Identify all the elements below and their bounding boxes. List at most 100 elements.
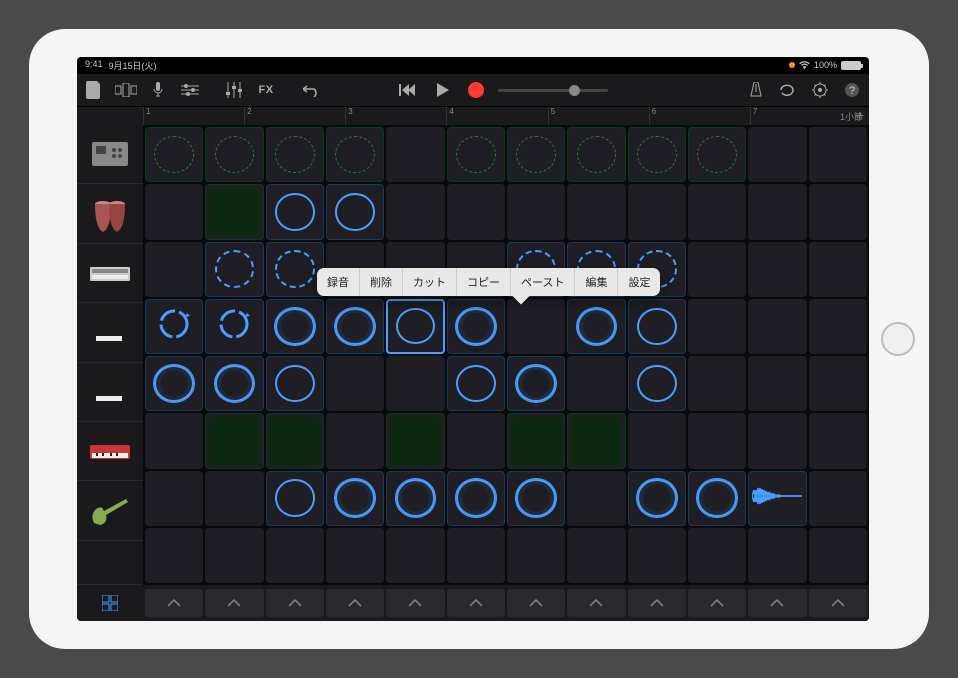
loop-cell[interactable] [507, 127, 565, 182]
loop-cell[interactable] [205, 184, 263, 239]
loop-cell[interactable] [688, 184, 746, 239]
loop-cell[interactable] [628, 184, 686, 239]
loop-cell[interactable] [145, 528, 203, 583]
ctx-paste[interactable]: ペースト [511, 268, 575, 296]
loop-cell[interactable] [628, 127, 686, 182]
column-trigger[interactable] [628, 589, 686, 617]
column-trigger[interactable] [688, 589, 746, 617]
loop-cell[interactable] [266, 528, 324, 583]
loop-cell[interactable] [748, 413, 806, 468]
loop-cell[interactable] [809, 242, 867, 297]
column-trigger[interactable] [507, 589, 565, 617]
loop-cell[interactable] [748, 127, 806, 182]
loop-cell[interactable] [145, 356, 203, 411]
loop-cell[interactable] [628, 413, 686, 468]
loop-cell[interactable] [688, 528, 746, 583]
column-trigger[interactable] [266, 589, 324, 617]
volume-thumb[interactable] [569, 85, 580, 96]
loop-cell[interactable] [205, 356, 263, 411]
loop-cell[interactable] [809, 413, 867, 468]
loop-cell[interactable] [628, 471, 686, 526]
loop-cell[interactable] [266, 242, 324, 297]
loop-cell[interactable] [809, 127, 867, 182]
loop-cell[interactable] [205, 242, 263, 297]
mixer-button[interactable] [223, 79, 245, 101]
loop-cell[interactable] [326, 127, 384, 182]
loop-cell[interactable] [688, 413, 746, 468]
ctx-cut[interactable]: カット [403, 268, 457, 296]
loop-cell[interactable] [809, 299, 867, 354]
track-keyboard[interactable] [77, 422, 143, 481]
loop-cell[interactable] [628, 299, 686, 354]
help-button[interactable]: ? [841, 79, 863, 101]
column-trigger[interactable] [567, 589, 625, 617]
loop-cell[interactable] [145, 127, 203, 182]
column-trigger[interactable] [326, 589, 384, 617]
loop-cell[interactable] [507, 528, 565, 583]
loop-cell[interactable] [567, 356, 625, 411]
volume-slider[interactable] [498, 89, 608, 92]
loop-cell[interactable] [326, 471, 384, 526]
track-drum-machine[interactable] [77, 125, 143, 184]
loop-cell[interactable] [205, 127, 263, 182]
loop-cell[interactable] [748, 356, 806, 411]
loop-cell[interactable] [326, 413, 384, 468]
undo-button[interactable] [301, 79, 323, 101]
loop-cell[interactable] [266, 413, 324, 468]
loop-cell[interactable] [266, 471, 324, 526]
loop-cell[interactable] [145, 471, 203, 526]
loop-cell[interactable] [386, 413, 444, 468]
loop-cell[interactable] [809, 471, 867, 526]
loop-cell[interactable] [145, 413, 203, 468]
loop-cell[interactable] [205, 471, 263, 526]
rewind-button[interactable] [396, 79, 418, 101]
ctx-record[interactable]: 録音 [317, 268, 360, 296]
my-songs-button[interactable] [83, 79, 105, 101]
mic-button[interactable] [147, 79, 169, 101]
loop-cell[interactable] [567, 299, 625, 354]
loop-cell[interactable] [386, 528, 444, 583]
loop-cell[interactable] [145, 299, 203, 354]
loop-cell[interactable] [567, 471, 625, 526]
ctx-edit[interactable]: 編集 [575, 268, 618, 296]
column-trigger[interactable] [205, 589, 263, 617]
loop-cell[interactable] [809, 356, 867, 411]
loop-cell[interactable] [447, 528, 505, 583]
loop-cell[interactable] [809, 184, 867, 239]
loop-cell[interactable] [507, 413, 565, 468]
timeline-ruler[interactable]: 1 2 3 4 5 6 7 + 1小節 [77, 107, 869, 125]
loop-cell[interactable] [326, 356, 384, 411]
loop-cell[interactable] [688, 299, 746, 354]
ctx-delete[interactable]: 削除 [360, 268, 403, 296]
home-button[interactable] [881, 322, 915, 356]
loop-cell[interactable] [326, 299, 384, 354]
loop-cell[interactable] [266, 184, 324, 239]
loop-cell[interactable] [809, 528, 867, 583]
loop-cell[interactable] [447, 127, 505, 182]
loop-cell[interactable] [567, 184, 625, 239]
loop-cell[interactable] [326, 528, 384, 583]
loop-cell[interactable] [205, 413, 263, 468]
loop-cell[interactable] [688, 471, 746, 526]
loop-cell[interactable] [447, 413, 505, 468]
loop-cell[interactable] [386, 127, 444, 182]
loop-cell[interactable] [447, 356, 505, 411]
track-congas[interactable] [77, 184, 143, 243]
loop-cell[interactable] [748, 184, 806, 239]
column-trigger[interactable] [809, 589, 867, 617]
loop-cell[interactable] [628, 356, 686, 411]
track-piano-1[interactable] [77, 303, 143, 362]
loop-cell[interactable] [507, 299, 565, 354]
loop-cell[interactable] [567, 127, 625, 182]
loop-cell[interactable] [266, 299, 324, 354]
fx-button[interactable]: FX [255, 79, 277, 101]
loop-cell[interactable] [266, 127, 324, 182]
grid-view-icon[interactable] [77, 585, 143, 621]
loop-cell[interactable] [507, 356, 565, 411]
loop-cell[interactable] [205, 299, 263, 354]
loop-cell[interactable] [447, 299, 505, 354]
track-synth[interactable] [77, 244, 143, 303]
loop-cell[interactable] [447, 184, 505, 239]
track-piano-2[interactable] [77, 363, 143, 422]
play-button[interactable] [432, 79, 454, 101]
